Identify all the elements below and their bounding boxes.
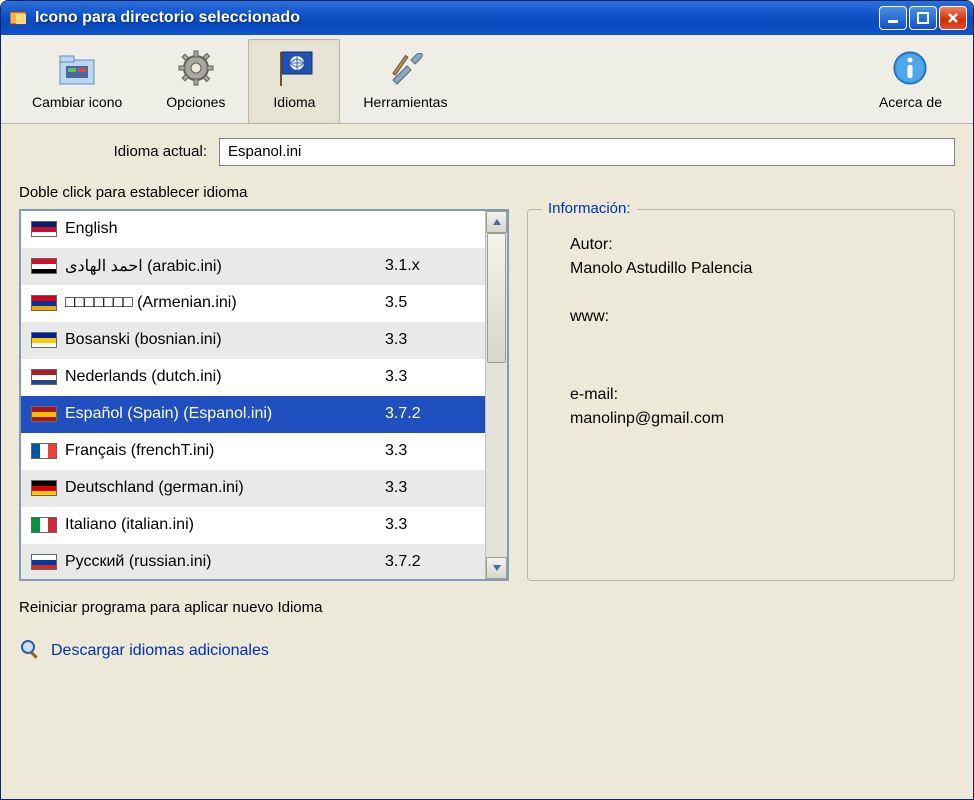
toolbar-language[interactable]: Idioma [248,39,340,123]
maximize-button[interactable] [909,6,937,30]
language-row[interactable]: Deutschland (german.ini)3.3 [21,470,485,507]
flag-icon [31,369,57,385]
toolbar-label: Idioma [273,94,315,111]
scroll-down-button[interactable] [486,557,507,579]
author-label: Autor: [570,236,930,254]
current-language-label: Idioma actual: [19,143,219,160]
language-row[interactable]: Italiano (italian.ini)3.3 [21,507,485,544]
language-version: 3.3 [385,368,475,386]
scrollbar[interactable] [485,211,507,579]
language-row[interactable]: Nederlands (dutch.ini)3.3 [21,359,485,396]
language-name: احمد الهادى (arabic.ini) [65,256,385,276]
toolbar-label: Herramientas [363,94,447,111]
info-legend: Información: [542,200,637,217]
language-version: 3.1.x [385,257,475,275]
scroll-track[interactable] [486,233,507,557]
language-name: Русский (russian.ini) [65,553,385,571]
current-language-value[interactable]: Espanol.ini [219,138,955,166]
language-row[interactable]: Bosanski (bosnian.ini)3.3 [21,322,485,359]
language-version: 3.3 [385,442,475,460]
language-version: 3.5 [385,294,475,312]
language-name: English [65,220,385,238]
flag-icon [31,332,57,348]
download-languages-link[interactable]: Descargar idiomas adicionales [19,638,955,665]
language-list[interactable]: Englishاحمد الهادى (arabic.ini)3.1.x□□□□… [19,209,509,581]
list-instruction: Doble click para establecer idioma [19,184,955,201]
content-area: Idioma actual: Espanol.ini Doble click p… [1,124,973,799]
language-row[interactable]: English [21,211,485,248]
flag-icon [31,517,57,533]
flag-icon [31,295,57,311]
gear-icon [171,46,221,90]
language-row[interactable]: Français (frenchT.ini)3.3 [21,433,485,470]
language-name: Bosanski (bosnian.ini) [65,331,385,349]
titlebar: Icono para directorio seleccionado [1,1,973,35]
language-row[interactable]: Español (Spain) (Espanol.ini)3.7.2 [21,396,485,433]
window-title: Icono para directorio seleccionado [35,9,879,27]
flag-icon [31,480,57,496]
language-name: □□□□□□□ (Armenian.ini) [65,294,385,312]
toolbar: Cambiar icono Opciones Idioma Herramient… [1,35,973,124]
email-label: e-mail: [570,386,930,404]
toolbar-label: Cambiar icono [32,94,122,111]
language-version: 3.3 [385,479,475,497]
language-version: 3.3 [385,516,475,534]
language-version: 3.7.2 [385,405,475,423]
www-label: www: [570,308,930,326]
download-link-label: Descargar idiomas adicionales [51,642,269,660]
info-groupbox: Información: Autor: Manolo Astudillo Pal… [527,209,955,581]
language-name: Italiano (italian.ini) [65,516,385,534]
language-name: Français (frenchT.ini) [65,442,385,460]
email-value: manolinp@gmail.com [570,410,930,428]
language-version: 3.7.2 [385,553,475,571]
restart-note: Reiniciar programa para aplicar nuevo Id… [19,599,955,616]
close-button[interactable] [939,6,967,30]
language-name: Español (Spain) (Espanol.ini) [65,405,385,423]
app-icon [9,9,27,27]
language-name: Deutschland (german.ini) [65,479,385,497]
window-buttons [879,6,967,30]
language-row[interactable]: □□□□□□□ (Armenian.ini)3.5 [21,285,485,322]
flag-icon [31,554,57,570]
flag-icon [31,406,57,422]
language-row[interactable]: احمد الهادى (arabic.ini)3.1.x [21,248,485,285]
folder-icon [52,46,102,90]
toolbar-label: Opciones [166,94,225,111]
tools-icon [380,46,430,90]
language-name: Nederlands (dutch.ini) [65,368,385,386]
flag-icon [31,221,57,237]
toolbar-label: Acerca de [879,94,942,111]
app-window: Icono para directorio seleccionado Cambi… [0,0,974,800]
flag-icon [31,443,57,459]
language-version: 3.3 [385,331,475,349]
flag-globe-icon [269,46,319,90]
scroll-up-button[interactable] [486,211,507,233]
current-language-row: Idioma actual: Espanol.ini [19,138,955,166]
scroll-thumb[interactable] [487,233,506,363]
flag-icon [31,258,57,274]
minimize-button[interactable] [879,6,907,30]
author-value: Manolo Astudillo Palencia [570,260,930,278]
info-icon [885,46,935,90]
toolbar-about[interactable]: Acerca de [858,39,963,123]
toolbar-tools[interactable]: Herramientas [342,39,468,123]
toolbar-options[interactable]: Opciones [145,39,246,123]
language-row[interactable]: Русский (russian.ini)3.7.2 [21,544,485,579]
toolbar-change-icon[interactable]: Cambiar icono [11,39,143,123]
magnifier-icon [19,638,41,665]
